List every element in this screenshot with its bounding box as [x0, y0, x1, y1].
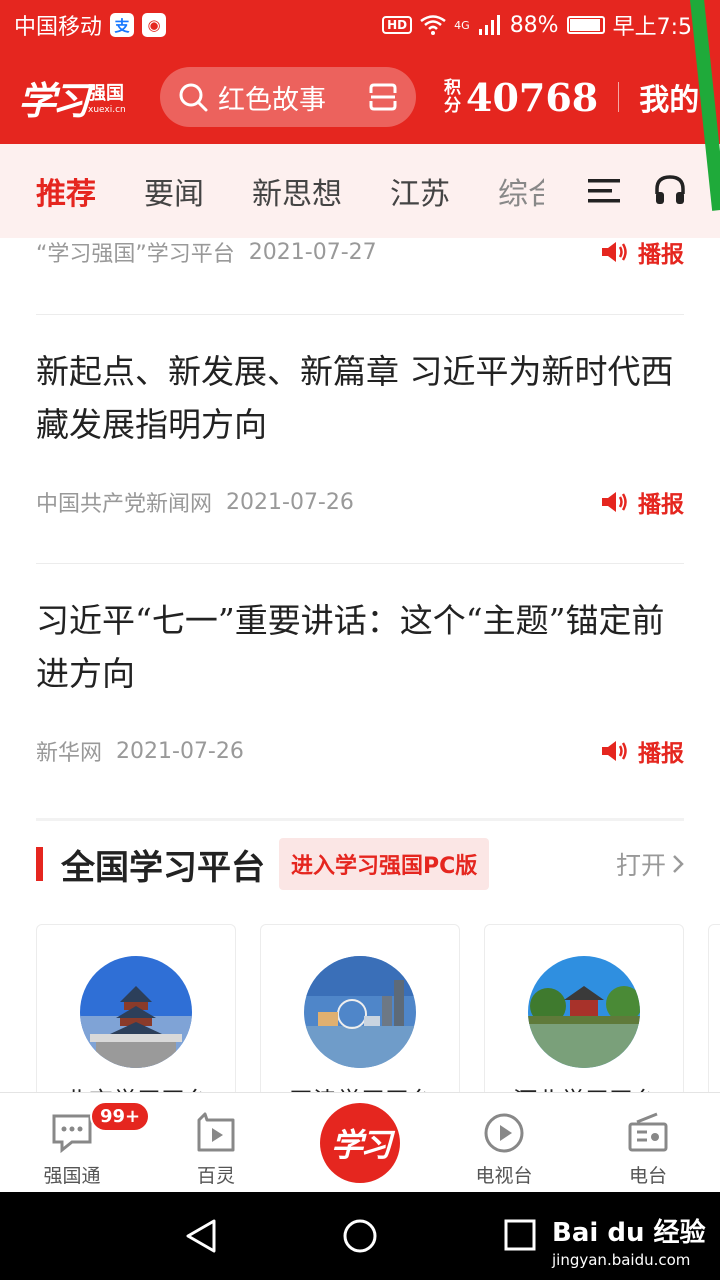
article-source: 新华网 — [36, 741, 103, 766]
radio-icon — [628, 1112, 668, 1152]
tab-general[interactable]: 综合 — [498, 169, 544, 213]
battery-percent: 88% — [509, 12, 559, 38]
tab-new-thought[interactable]: 新思想 — [252, 169, 342, 213]
nav-tv[interactable]: 电视台 — [449, 1093, 559, 1193]
signal-icon — [478, 15, 500, 35]
temple-of-heaven-image — [80, 956, 192, 1068]
carrier-label: 中国移动 — [14, 15, 103, 40]
broadcast-label: 播报 — [638, 492, 684, 518]
hebei-pavilion-image — [528, 956, 640, 1068]
alipay-icon: 支 — [110, 13, 135, 37]
app-logo[interactable]: 学习 强国 xuexi.cn — [18, 70, 138, 125]
logo-calligraphy: 学习 — [18, 77, 90, 123]
nav-label: 电视台 — [475, 1165, 533, 1187]
play-circle-icon — [484, 1113, 524, 1153]
article-title[interactable]: 习近平“七一”重要讲话：这个“主题”锚定前进方向 — [0, 594, 720, 700]
network-type: 4G — [454, 19, 470, 32]
nav-radio[interactable]: 电台 — [593, 1093, 703, 1193]
search-bar[interactable]: 红色故事 — [160, 67, 416, 127]
channel-tabs: 推荐 要闻 新思想 江苏 综合 — [0, 144, 720, 238]
nav-label: 电台 — [628, 1165, 667, 1187]
platform-card-hebei[interactable]: 河北学习平台 — [484, 924, 684, 1094]
study-center-button[interactable]: 学习 — [320, 1103, 400, 1183]
points-label: 积分 — [444, 78, 461, 116]
platform-card-next[interactable] — [708, 924, 720, 1094]
article-meta: 中国共产党新闻网 2021-07-26 播报 — [0, 485, 720, 519]
baidu-jingyan-watermark: Bai du 经验 jingyan.baidu.com — [552, 1212, 706, 1269]
bottom-nav: 强国通 99+ 百灵 学习 电视台 电台 — [0, 1092, 720, 1192]
platform-cards: 北京学习平台 天津学习平台 河北学习平台 — [36, 924, 720, 1094]
tab-news[interactable]: 要闻 — [144, 169, 204, 213]
speaker-icon — [602, 492, 627, 512]
speaker-icon — [602, 741, 627, 761]
tab-jiangsu[interactable]: 江苏 — [390, 169, 450, 213]
points-display[interactable]: 积分 40768 — [444, 75, 598, 120]
watermark-main: Bai du 经验 — [552, 1218, 706, 1248]
speaker-icon — [602, 242, 627, 262]
pc-version-tag[interactable]: 进入学习强国PC版 — [279, 838, 490, 890]
battery-icon — [566, 16, 605, 34]
headphone-icon[interactable] — [652, 172, 688, 208]
chevron-right-icon — [673, 855, 684, 873]
video-play-icon — [197, 1112, 235, 1152]
article-item[interactable]: 新起点、新发展、新篇章 习近平为新时代西藏发展指明方向 中国共产党新闻网 202… — [0, 315, 720, 519]
platform-section-header: 全国学习平台 进入学习强国PC版 打开 — [0, 836, 720, 892]
points-value: 40768 — [466, 74, 599, 120]
section-accent-bar — [36, 847, 43, 881]
broadcast-label: 播报 — [638, 741, 684, 767]
open-link[interactable]: 打开 — [616, 846, 684, 882]
weibo-icon: ◉ — [142, 13, 167, 37]
broadcast-button[interactable]: 播报 — [600, 485, 684, 519]
article-item[interactable]: 习近平“七一”重要讲话：这个“主题”锚定前进方向 新华网 2021-07-26 … — [0, 564, 720, 768]
article-date: 2021-07-26 — [116, 738, 244, 764]
chat-icon — [52, 1114, 92, 1154]
article-source: 中国共产党新闻网 — [36, 492, 213, 517]
mine-button[interactable]: 我的 — [639, 75, 699, 119]
article-date: 2021-07-27 — [248, 239, 377, 265]
watermark-sub: jingyan.baidu.com — [552, 1251, 691, 1269]
logo-text: 强国 — [88, 83, 125, 104]
article-meta: “学习强国”学习平台 2021-07-27 播报 — [0, 235, 720, 269]
menu-icon[interactable] — [588, 177, 620, 205]
app-header: 学习 强国 xuexi.cn 红色故事 积分 40768 我的 — [0, 50, 720, 144]
recents-icon[interactable] — [504, 1218, 536, 1252]
broadcast-button[interactable]: 播报 — [600, 734, 684, 768]
unread-badge: 99+ — [90, 1101, 151, 1132]
logo-domain: xuexi.cn — [88, 105, 126, 115]
feed-divider — [36, 818, 684, 821]
home-icon[interactable] — [342, 1218, 378, 1254]
scan-icon[interactable] — [368, 82, 398, 112]
article-meta: 新华网 2021-07-26 播报 — [0, 734, 720, 768]
platform-card-beijing[interactable]: 北京学习平台 — [36, 924, 236, 1094]
nav-bailing[interactable]: 百灵 — [161, 1093, 271, 1193]
back-icon[interactable] — [184, 1218, 218, 1254]
article-source: “学习强国”学习平台 — [36, 242, 235, 267]
platform-card-tianjin[interactable]: 天津学习平台 — [260, 924, 460, 1094]
header-divider — [618, 82, 620, 112]
tab-recommend[interactable]: 推荐 — [36, 169, 96, 213]
article-title[interactable]: 新起点、新发展、新篇章 习近平为新时代西藏发展指明方向 — [0, 345, 720, 451]
search-placeholder: 红色故事 — [218, 84, 326, 116]
broadcast-label: 播报 — [638, 242, 684, 268]
broadcast-button[interactable]: 播报 — [600, 235, 684, 269]
nav-label: 强国通 — [43, 1165, 101, 1187]
open-label: 打开 — [615, 851, 666, 880]
news-feed: “学习强国”学习平台 2021-07-27 播报 新起点、新发展、新篇章 习近平… — [0, 238, 720, 821]
article-date: 2021-07-26 — [226, 489, 354, 515]
section-title: 全国学习平台 — [61, 847, 265, 888]
status-bar: 中国移动 支 ◉ HD 4G 88% 早上7:56 — [0, 0, 720, 50]
nav-label: 百灵 — [196, 1165, 235, 1187]
search-icon — [179, 83, 208, 112]
tianjin-eye-image — [304, 956, 416, 1068]
hd-icon: HD — [382, 16, 413, 34]
wifi-icon — [420, 15, 446, 35]
